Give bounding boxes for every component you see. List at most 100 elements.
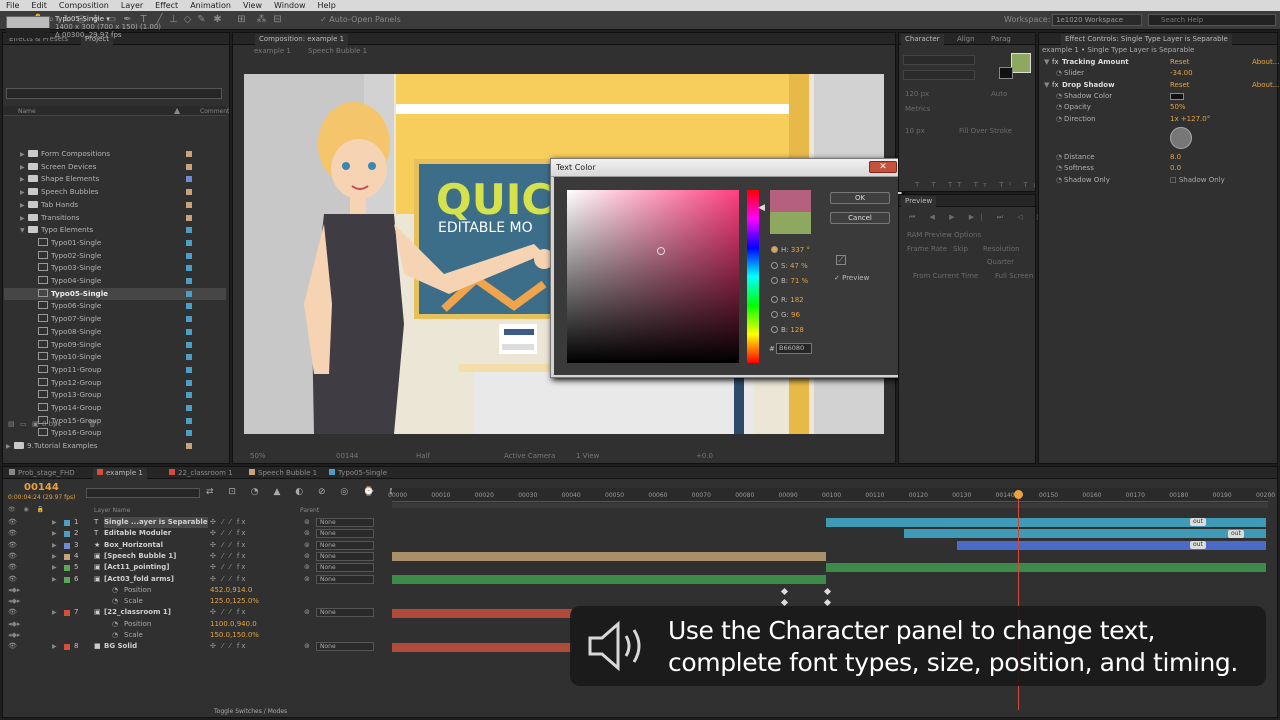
work-area-bar[interactable] [392,503,1268,508]
expand-arrow-icon[interactable]: ▶ [52,574,57,585]
hue-slider-handle-icon[interactable]: ◀ [758,203,765,213]
layer-switches-icons[interactable]: ✣ ⁄ ⁄ fx [210,528,248,539]
stopwatch-icon[interactable]: ◔ [112,619,118,630]
project-item[interactable]: Typo13-Group [4,389,226,402]
label-color-swatch[interactable] [186,430,192,437]
about-link[interactable]: About... [1252,80,1279,91]
keyframe-nav-icons[interactable]: ◂◆▸ [8,585,20,596]
new-folder-icon[interactable]: ▭ [20,420,27,428]
layer-name[interactable]: [22_classroom 1] [104,607,171,618]
comp-footer-control[interactable]: 1 View [576,452,599,460]
label-color-swatch[interactable] [186,151,192,157]
reset-link[interactable]: Reset [1170,80,1190,91]
parent-select[interactable]: None [316,642,374,652]
stopwatch-icon[interactable]: ◔ [1056,175,1062,186]
comp-footer-control[interactable]: 50% [250,452,266,460]
layer-property-row[interactable]: ◂◆▸ ◔ Position 452.0,914.0 [4,585,390,596]
resolution-select[interactable]: Quarter [987,258,1014,266]
sort-icon[interactable]: ▲ [174,106,180,115]
stopwatch-icon[interactable]: ◔ [1056,91,1062,102]
collapsed-arrow-icon[interactable]: ▶ [20,174,28,186]
effect-property-value[interactable]: 50% [1170,102,1186,113]
label-color-swatch[interactable] [186,303,192,310]
project-item[interactable]: Typo14-Group [4,402,226,415]
kerning-value[interactable]: Metrics [905,105,930,113]
red-field[interactable]: R: 182 [771,296,804,304]
property-value[interactable]: 150.0,150.0% [210,630,259,641]
red-radio[interactable] [771,296,778,303]
visibility-eye-icon[interactable]: 👁 [8,607,17,618]
col-name[interactable]: Name [18,108,36,115]
stopwatch-icon[interactable]: ◔ [1056,152,1062,163]
menu-item[interactable]: Animation [190,1,231,10]
pickwhip-icon[interactable]: ⊚ [304,540,310,551]
blue-radio[interactable] [771,326,778,333]
original-color-swatch[interactable] [770,212,811,234]
project-item[interactable]: Typo10-Single [4,351,226,364]
eraser-tool-icon[interactable]: ◇ [182,14,193,26]
keyframe-nav-icons[interactable]: ◂◆▸ [8,630,20,641]
from-current-time-checkbox[interactable]: From Current Time [913,272,978,280]
bpc-label[interactable]: 8 bpc [42,420,61,428]
collapse-arrow-icon[interactable]: ▼ [1044,80,1049,91]
effect-property-value[interactable]: 1x +127.0° [1170,114,1210,125]
layer-bar-2[interactable] [904,529,1266,538]
layer-bar-8[interactable] [392,643,572,652]
label-color-swatch[interactable] [186,405,192,411]
collapsed-arrow-icon[interactable]: ▶ [20,200,28,212]
label-color-swatch[interactable] [186,227,192,234]
visibility-eye-icon[interactable]: 👁 [8,517,17,528]
label-color-swatch[interactable] [186,278,192,284]
layer-label-color[interactable] [64,542,70,549]
effect-property-value[interactable]: 0.0 [1170,163,1181,174]
timeline-tab[interactable]: Speech Bubble 1 [245,468,321,479]
tab-effect-controls[interactable]: Effect Controls: Single Type Layer is Se… [1061,34,1232,45]
menu-item[interactable]: Window [274,1,306,10]
stroke-color-swatch[interactable] [999,67,1013,79]
layer-property-row[interactable]: ◂◆▸ ◔ Scale 125.0,125.0% [4,596,390,607]
playback-controls[interactable]: ⏮ ◀ ▶ ▶| ⏭ ◁ ▷ [909,213,1048,222]
keyframe-nav-icons[interactable]: ◂◆▸ [8,619,20,630]
current-time-display[interactable]: 00144 [24,482,59,493]
ram-preview-options[interactable]: RAM Preview Options [907,231,981,239]
col-parent[interactable]: Parent [300,507,319,514]
clone-tool-icon[interactable]: ⊥ [168,14,179,26]
menu-item[interactable]: Help [318,1,336,10]
stopwatch-icon[interactable]: ◔ [112,630,118,641]
label-color-swatch[interactable] [186,201,192,208]
tab-preview[interactable]: Preview [901,196,937,207]
effect-row[interactable]: ◔ Direction 1x +127.0° [1040,114,1276,125]
puppet-tool-icon[interactable]: ✱ [212,14,223,26]
layer-row[interactable]: 👁 ▶ 5 ▣ [Act11_pointing] ✣ ⁄ ⁄ fx ⊚ None [4,562,390,573]
project-item[interactable]: Typo04-Single [4,275,226,288]
label-color-swatch[interactable] [186,392,192,399]
time-ruler[interactable]: 00000 00010 00020 00030 00040 00050 00060 00070… [388,488,1275,502]
layer-name[interactable]: BG Solid [104,641,137,652]
visibility-eye-icon[interactable]: 👁 [8,641,17,652]
expand-arrow-icon[interactable]: ▶ [52,607,57,618]
layer-row[interactable]: 👁 ▶ 4 ▣ [Speech Bubble 1] ✣ ⁄ ⁄ fx ⊚ None [4,551,390,562]
new-comp-icon[interactable]: ▣ [32,420,39,428]
layer-switches-icons[interactable]: ✣ ⁄ ⁄ fx [210,641,248,652]
layer-name[interactable]: [Speech Bubble 1] [104,551,176,562]
brightness-value[interactable]: 71 % [790,277,808,285]
saturation-brightness-field[interactable] [567,190,739,363]
layer-property-row[interactable]: ◂◆▸ ◔ Scale 150.0,150.0% [4,630,390,641]
blue-value[interactable]: 128 [790,326,803,334]
menu-item[interactable]: Edit [31,1,47,10]
layer-bar-7[interactable] [392,609,572,618]
preview-checkbox[interactable]: ✓ Preview [834,274,869,282]
saturation-radio[interactable] [771,262,778,269]
snapping-icon[interactable]: ⊞ [236,14,247,26]
menu-item[interactable]: View [243,1,262,10]
fx-icon[interactable]: fx [1052,57,1059,68]
fill-over-stroke-select[interactable]: Fill Over Stroke [959,127,1012,135]
project-item[interactable]: ▶ Tab Hands [4,199,226,212]
stopwatch-icon[interactable]: ◔ [112,585,118,596]
stroke-width-value[interactable]: 10 px [905,127,925,135]
project-item[interactable]: ▶ Speech Bubbles [4,186,226,199]
blue-field[interactable]: B: 128 [771,326,804,334]
label-color-swatch[interactable] [186,341,192,348]
label-color-swatch[interactable] [186,316,192,323]
project-item[interactable]: Typo09-Single [4,339,226,352]
